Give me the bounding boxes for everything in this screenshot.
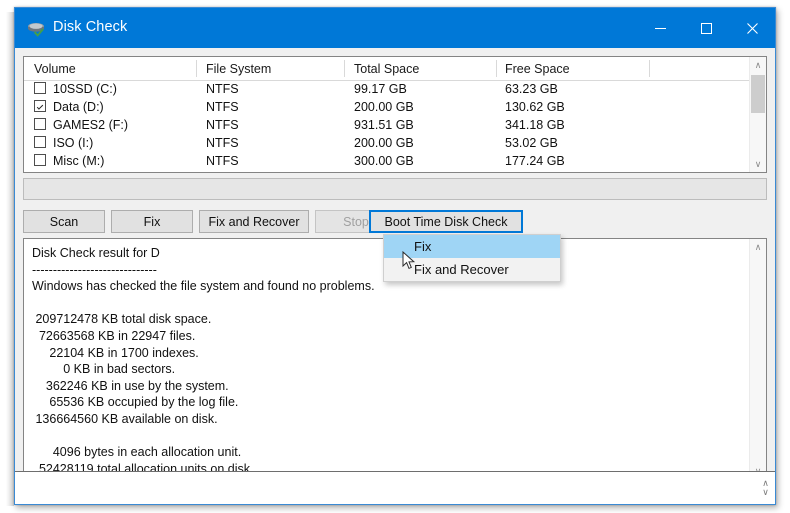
volume-checkbox[interactable] <box>34 100 46 112</box>
status-strip: ∧ ∨ <box>15 471 775 504</box>
boot-time-disk-check-button[interactable]: Boot Time Disk Check <box>369 210 523 233</box>
cell-volume: ISO (I:) <box>53 136 94 150</box>
cell-free-space: 130.62 GB <box>505 100 565 114</box>
title-bar: Disk Check <box>15 8 775 48</box>
cell-free-space: 341.18 GB <box>505 118 565 132</box>
cell-volume: GAMES2 (F:) <box>53 118 129 132</box>
boot-time-disk-check-menu[interactable]: Fix Fix and Recover <box>383 234 561 282</box>
column-header-volume-label: Volume <box>34 61 76 76</box>
table-row[interactable]: GAMES2 (F:) NTFS 931.51 GB 341.18 GB <box>24 116 750 134</box>
cell-total-space: 200.00 GB <box>354 136 414 150</box>
cell-free-space: 53.02 GB <box>505 136 558 150</box>
table-row[interactable]: Misc (M:) NTFS 300.00 GB 177.24 GB <box>24 152 750 170</box>
close-button[interactable] <box>729 8 775 48</box>
result-scrollbar[interactable]: ∧ ∨ <box>749 239 766 479</box>
scroll-up-icon[interactable]: ∧ <box>750 239 766 255</box>
disk-check-icon <box>27 19 45 37</box>
column-header-total-space-label: Total Space <box>354 61 420 76</box>
volume-checkbox[interactable] <box>34 136 46 148</box>
window-drop-shadow <box>6 12 14 506</box>
mouse-cursor-icon <box>402 250 416 271</box>
table-row[interactable]: 10SSD (C:) NTFS 99.17 GB 63.23 GB <box>24 80 750 98</box>
volume-checkbox[interactable] <box>34 118 46 130</box>
cell-total-space: 99.17 GB <box>354 82 407 96</box>
scrollbar-thumb[interactable] <box>751 75 765 113</box>
cell-file-system: NTFS <box>206 100 239 114</box>
cell-total-space: 931.51 GB <box>354 118 414 132</box>
column-header-free-space[interactable]: Free Space <box>505 57 649 80</box>
column-header-extra[interactable] <box>658 57 748 80</box>
progress-bar <box>23 178 767 200</box>
maximize-button[interactable] <box>683 8 729 48</box>
table-row[interactable]: ISO (I:) NTFS 200.00 GB 53.02 GB <box>24 134 750 152</box>
cell-file-system: NTFS <box>206 154 239 168</box>
list-header-row: Volume File System Total Space Free Spac… <box>24 57 766 81</box>
volume-list-scrollbar[interactable]: ∧ ∨ <box>749 57 766 172</box>
cell-file-system: NTFS <box>206 118 239 132</box>
cell-total-space: 300.00 GB <box>354 154 414 168</box>
column-divider[interactable] <box>344 60 345 77</box>
spin-down-icon[interactable]: ∨ <box>762 488 769 497</box>
cell-volume: 10SSD (C:) <box>53 82 117 96</box>
column-header-file-system[interactable]: File System <box>206 57 346 80</box>
cell-free-space: 177.24 GB <box>505 154 565 168</box>
table-row[interactable]: Data (D:) NTFS 200.00 GB 130.62 GB <box>24 98 750 116</box>
column-header-total-space[interactable]: Total Space <box>354 57 496 80</box>
fix-and-recover-button[interactable]: Fix and Recover <box>199 210 309 233</box>
minimize-button[interactable] <box>637 8 683 48</box>
column-header-volume[interactable]: Volume <box>34 57 196 80</box>
scroll-down-icon[interactable]: ∨ <box>750 156 766 172</box>
volume-checkbox[interactable] <box>34 154 46 166</box>
column-header-file-system-label: File System <box>206 61 272 76</box>
fix-button[interactable]: Fix <box>111 210 193 233</box>
cell-volume: Misc (M:) <box>53 154 105 168</box>
volume-checkbox[interactable] <box>34 82 46 94</box>
volume-rows: 10SSD (C:) NTFS 99.17 GB 63.23 GB Data (D:) N… <box>24 80 750 172</box>
window-title: Disk Check <box>53 19 128 35</box>
cell-file-system: NTFS <box>206 82 239 96</box>
column-divider[interactable] <box>649 60 650 77</box>
status-spinner[interactable]: ∧ ∨ <box>758 474 773 502</box>
volume-list[interactable]: Volume File System Total Space Free Spac… <box>23 56 767 173</box>
cell-total-space: 200.00 GB <box>354 100 414 114</box>
scan-button[interactable]: Scan <box>23 210 105 233</box>
column-divider[interactable] <box>496 60 497 77</box>
cell-file-system: NTFS <box>206 136 239 150</box>
column-divider[interactable] <box>196 60 197 77</box>
disk-check-window: Disk Check Volume File System Total Spac… <box>14 7 776 505</box>
scroll-up-icon[interactable]: ∧ <box>750 57 766 73</box>
column-header-free-space-label: Free Space <box>505 61 570 76</box>
cell-free-space: 63.23 GB <box>505 82 558 96</box>
cell-volume: Data (D:) <box>53 100 104 114</box>
